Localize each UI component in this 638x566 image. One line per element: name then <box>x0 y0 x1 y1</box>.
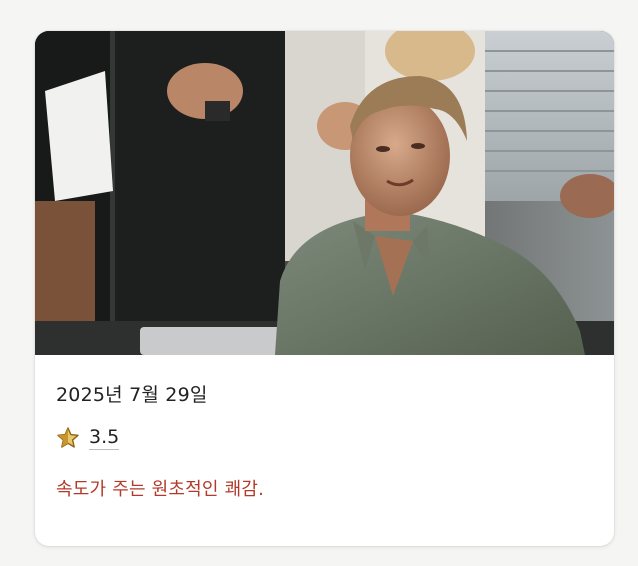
half-star-icon <box>56 426 80 450</box>
rating: 3.5 <box>56 426 120 450</box>
review-text: 속도가 주는 원초적인 쾌감. <box>56 479 265 500</box>
review-date: 2025년 7월 29일 <box>56 384 208 406</box>
rating-value[interactable]: 3.5 <box>89 426 120 450</box>
movie-still-illustration <box>35 31 614 355</box>
review-card[interactable]: 2025년 7월 29일 3.5 속도가 주는 원초적인 쾌감. <box>35 31 614 546</box>
movie-still-image[interactable] <box>35 31 614 355</box>
